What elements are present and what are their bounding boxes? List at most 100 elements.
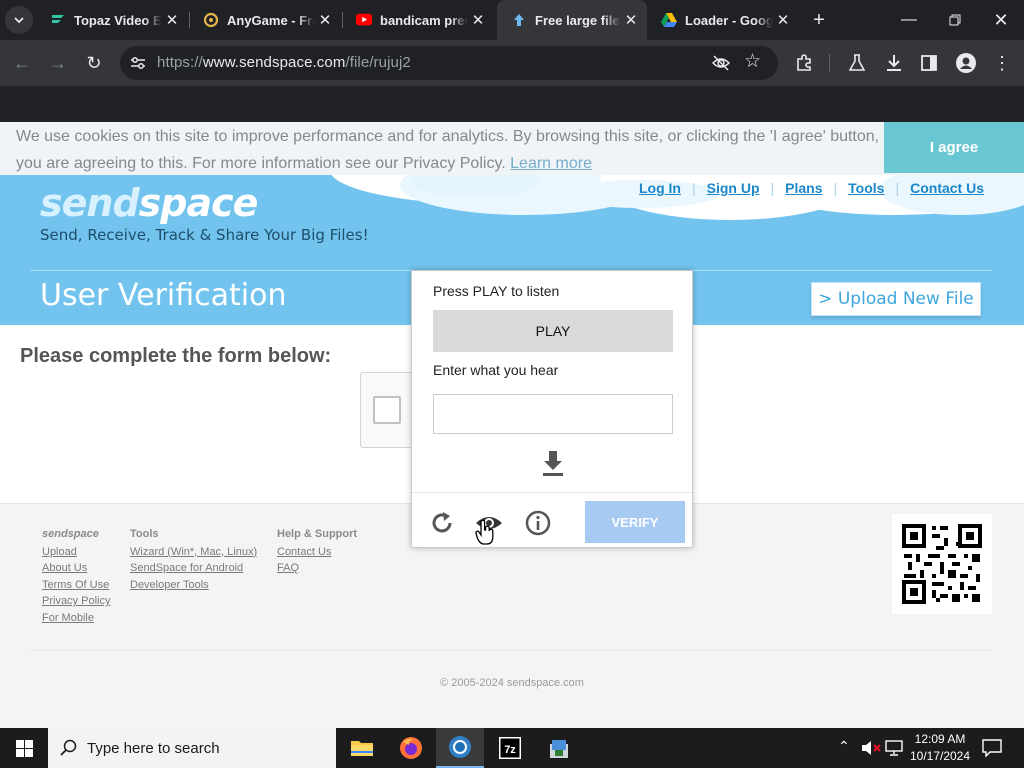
i-agree-button[interactable]: I agree [884, 122, 1024, 173]
start-button[interactable] [0, 728, 48, 768]
7zip-icon: 7z [499, 737, 521, 759]
site-settings-icon[interactable] [130, 56, 146, 70]
installer-icon [550, 740, 568, 758]
new-tab-button[interactable]: + [805, 6, 833, 34]
hand-cursor-icon [475, 520, 494, 545]
taskbar-firefox[interactable] [387, 728, 435, 768]
learn-more-link[interactable]: Learn more [510, 155, 592, 172]
download-audio-icon[interactable] [539, 449, 567, 477]
bookmark-star-icon[interactable]: ☆ [744, 50, 761, 73]
taskbar-clock[interactable]: 12:09 AM 10/17/2024 [900, 731, 980, 765]
footer-link[interactable]: Privacy Policy [42, 593, 110, 610]
tab-google-drive[interactable]: Loader - Google Drive ✕ [647, 0, 799, 40]
taskbar-file-explorer[interactable] [338, 728, 386, 768]
browser-tab-strip: Topaz Video Enhance AI ✕ AnyGame - Free … [0, 0, 1024, 40]
tab-anygame[interactable]: AnyGame - Free ✕ [189, 0, 341, 40]
close-tab-icon[interactable]: ✕ [162, 11, 182, 29]
footer-link[interactable]: About Us [42, 560, 110, 577]
youtube-icon [356, 12, 372, 28]
footer-link[interactable]: SendSpace for Android [130, 560, 257, 577]
bookmarks-bar-area [0, 86, 1024, 122]
side-panel-icon [921, 55, 937, 71]
nav-signup-link[interactable]: Sign Up [707, 180, 760, 196]
restore-icon [949, 14, 961, 26]
reload-button[interactable]: ↻ [80, 49, 108, 77]
extensions-button[interactable] [790, 49, 818, 77]
tab-title: bandicam premium [380, 12, 468, 28]
tab-title: AnyGame - Free [227, 12, 315, 28]
close-tab-icon[interactable]: ✕ [773, 11, 793, 29]
search-placeholder: Type here to search [87, 739, 220, 757]
sendspace-icon [511, 12, 527, 28]
volume-muted-icon[interactable] [861, 740, 881, 756]
taskbar-chrome[interactable] [436, 728, 484, 768]
enter-what-you-hear-label: Enter what you hear [433, 362, 559, 378]
anygame-icon [203, 12, 219, 28]
verify-button[interactable]: VERIFY [585, 501, 685, 543]
address-bar[interactable]: https://www.sendspace.com/file/rujuj2 ☆ [120, 46, 778, 80]
close-tab-icon[interactable]: ✕ [468, 11, 488, 29]
clock-time: 12:09 AM [914, 732, 966, 746]
tab-bandicam[interactable]: bandicam premium ✕ [342, 0, 494, 40]
audio-response-input[interactable] [433, 394, 673, 434]
qr-code [892, 514, 992, 614]
captcha-checkbox[interactable] [373, 396, 401, 424]
labs-button[interactable] [843, 49, 871, 77]
tab-title: Free large file hosting [535, 12, 621, 28]
minimize-button[interactable]: — [886, 0, 932, 40]
clock-date: 10/17/2024 [909, 749, 971, 763]
url-text[interactable]: https://www.sendspace.com/file/rujuj2 [157, 54, 411, 71]
footer-link[interactable]: Wizard (Win*, Mac, Linux) [130, 544, 257, 561]
footer-link[interactable]: Upload [42, 544, 110, 561]
notification-icon[interactable] [982, 739, 1002, 757]
restore-button[interactable] [932, 0, 978, 40]
nav-login-link[interactable]: Log In [639, 180, 681, 196]
close-window-button[interactable]: ✕ [978, 0, 1024, 40]
back-arrow-icon: ← [13, 52, 31, 73]
taskbar-search-box[interactable]: Type here to search [48, 728, 336, 768]
plus-icon: + [813, 8, 825, 31]
puzzle-icon [797, 54, 811, 71]
tab-search-button[interactable] [5, 6, 33, 34]
footer-link[interactable]: Contact Us [277, 544, 357, 561]
audio-challenge-popup: Press PLAY to listen PLAY Enter what you… [411, 270, 693, 548]
reload-challenge-icon[interactable] [428, 509, 456, 537]
tagline: Send, Receive, Track & Share Your Big Fi… [40, 226, 369, 244]
footer-link[interactable]: FAQ [277, 560, 357, 577]
close-tab-icon[interactable]: ✕ [621, 11, 641, 29]
show-hidden-icons-chevron-icon[interactable]: ⌃ [838, 738, 850, 755]
footer-heading: Help & Support [277, 528, 358, 540]
tab-title: Topaz Video Enhance AI [74, 12, 162, 28]
side-panel-button[interactable] [915, 49, 943, 77]
upload-new-file-button[interactable]: > Upload New File [811, 282, 981, 316]
play-button[interactable]: PLAY [433, 310, 673, 352]
chrome-menu-button[interactable]: ⋮ [988, 49, 1016, 77]
footer-link[interactable]: For Mobile [42, 610, 110, 627]
profile-button[interactable] [952, 49, 980, 77]
back-button[interactable]: ← [8, 49, 36, 77]
eye-slash-icon[interactable] [711, 54, 731, 72]
minimize-icon: — [901, 11, 917, 28]
chevron-down-icon [14, 17, 24, 24]
tab-topaz[interactable]: Topaz Video Enhance AI ✕ [36, 0, 188, 40]
tab-sendspace[interactable]: Free large file hosting ✕ [497, 0, 647, 40]
nav-plans-link[interactable]: Plans [785, 180, 822, 196]
downloads-button[interactable] [880, 49, 908, 77]
forward-button[interactable]: → [44, 49, 72, 77]
taskbar-7zip[interactable]: 7z [486, 728, 534, 768]
windows-taskbar: Type here to search 7z ⌃ 12:09 AM 10/17/… [0, 728, 1024, 768]
footer-heading: Tools [130, 528, 159, 540]
close-icon: ✕ [993, 9, 1009, 30]
close-tab-icon[interactable]: ✕ [315, 11, 335, 29]
cookie-banner: We use cookies on this site to improve p… [0, 122, 1024, 175]
nav-contact-link[interactable]: Contact Us [910, 180, 984, 196]
footer-column-sendspace: sendspace Upload About Us Terms Of Use P… [42, 526, 110, 626]
help-info-icon[interactable] [524, 509, 552, 537]
search-icon [60, 739, 77, 756]
sendspace-logo[interactable]: sendspace [40, 181, 258, 225]
footer-link[interactable]: Terms Of Use [42, 577, 110, 594]
footer-link[interactable]: Developer Tools [130, 577, 257, 594]
top-navigation: Log In | Sign Up | Plans | Tools | Contact U… [639, 180, 985, 196]
nav-tools-link[interactable]: Tools [848, 180, 884, 196]
taskbar-app[interactable] [535, 728, 583, 768]
